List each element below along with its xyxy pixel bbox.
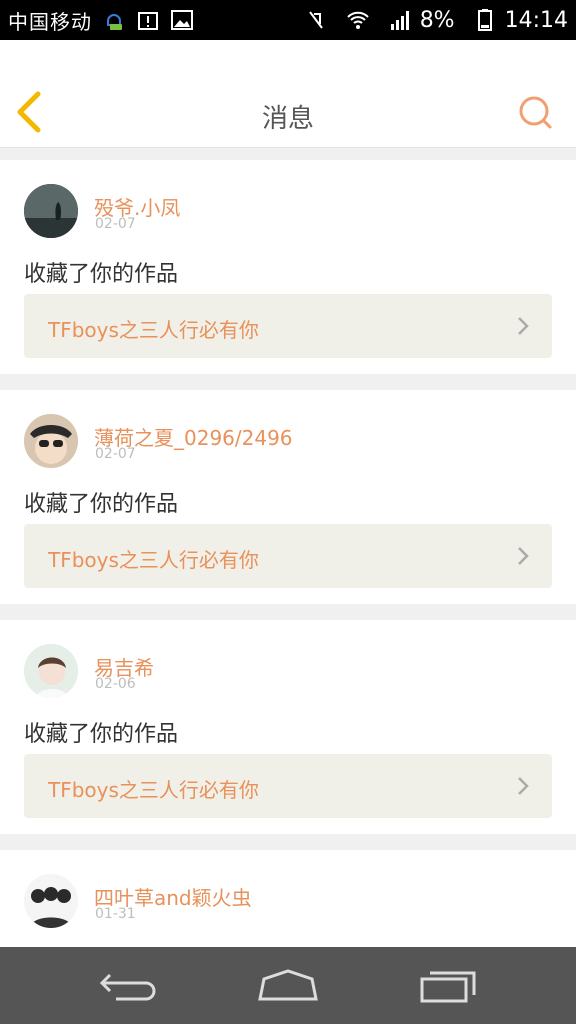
work-link[interactable]: TFboys之三人行必有你	[24, 524, 552, 588]
chevron-right-icon	[518, 777, 529, 795]
message-date: 01-31	[95, 906, 136, 922]
message-date: 02-07	[95, 446, 136, 462]
message-action: 收藏了你的作品	[24, 492, 179, 517]
message-date: 02-06	[95, 676, 136, 692]
list-item[interactable]: 殁爷.小凤 02-07 收藏了你的作品 TFboys之三人行必有你	[0, 160, 576, 374]
back-nav-icon[interactable]	[96, 965, 160, 1005]
app-header: 消息	[0, 40, 576, 148]
message-action: 收藏了你的作品	[24, 722, 179, 747]
page-title: 消息	[261, 104, 314, 134]
battery-percent: 8%	[419, 7, 455, 33]
recents-nav-icon[interactable]	[416, 965, 480, 1005]
avatar[interactable]	[24, 874, 78, 928]
clock: 14:14	[504, 7, 568, 33]
chevron-right-icon	[518, 547, 529, 565]
work-link[interactable]: TFboys之三人行必有你	[24, 294, 552, 358]
mute-icon	[308, 11, 323, 29]
work-link[interactable]: TFboys之三人行必有你	[24, 754, 552, 818]
avatar[interactable]	[24, 414, 78, 468]
search-icon[interactable]	[518, 95, 554, 131]
wifi-icon	[346, 11, 369, 29]
message-action: 收藏了你的作品	[24, 262, 179, 287]
image-icon	[171, 10, 193, 30]
work-title: TFboys之三人行必有你	[48, 318, 259, 342]
carrier-name: 中国移动	[8, 9, 92, 34]
system-nav-bar	[0, 947, 576, 1024]
work-title: TFboys之三人行必有你	[48, 548, 259, 572]
list-item[interactable]: 薄荷之夏_0296/2496 02-07 收藏了你的作品 TFboys之三人行必…	[0, 390, 576, 604]
signal-icon	[390, 11, 409, 30]
battery-icon	[477, 9, 492, 31]
home-nav-icon[interactable]	[256, 965, 320, 1005]
message-date: 02-07	[95, 216, 136, 232]
list-item[interactable]: 四叶草and颖火虫 01-31	[0, 850, 576, 947]
list-item[interactable]: 易吉希 02-06 收藏了你的作品 TFboys之三人行必有你	[0, 620, 576, 834]
work-title: TFboys之三人行必有你	[48, 778, 259, 802]
status-bar: 中国移动 8% 14:14	[0, 0, 576, 40]
avatar[interactable]	[24, 184, 78, 238]
message-list[interactable]: 殁爷.小凤 02-07 收藏了你的作品 TFboys之三人行必有你 薄荷之夏_0…	[0, 160, 576, 947]
chevron-right-icon	[518, 317, 529, 335]
avatar[interactable]	[24, 644, 78, 698]
voicemail-icon	[107, 14, 122, 30]
alert-icon	[138, 12, 158, 30]
